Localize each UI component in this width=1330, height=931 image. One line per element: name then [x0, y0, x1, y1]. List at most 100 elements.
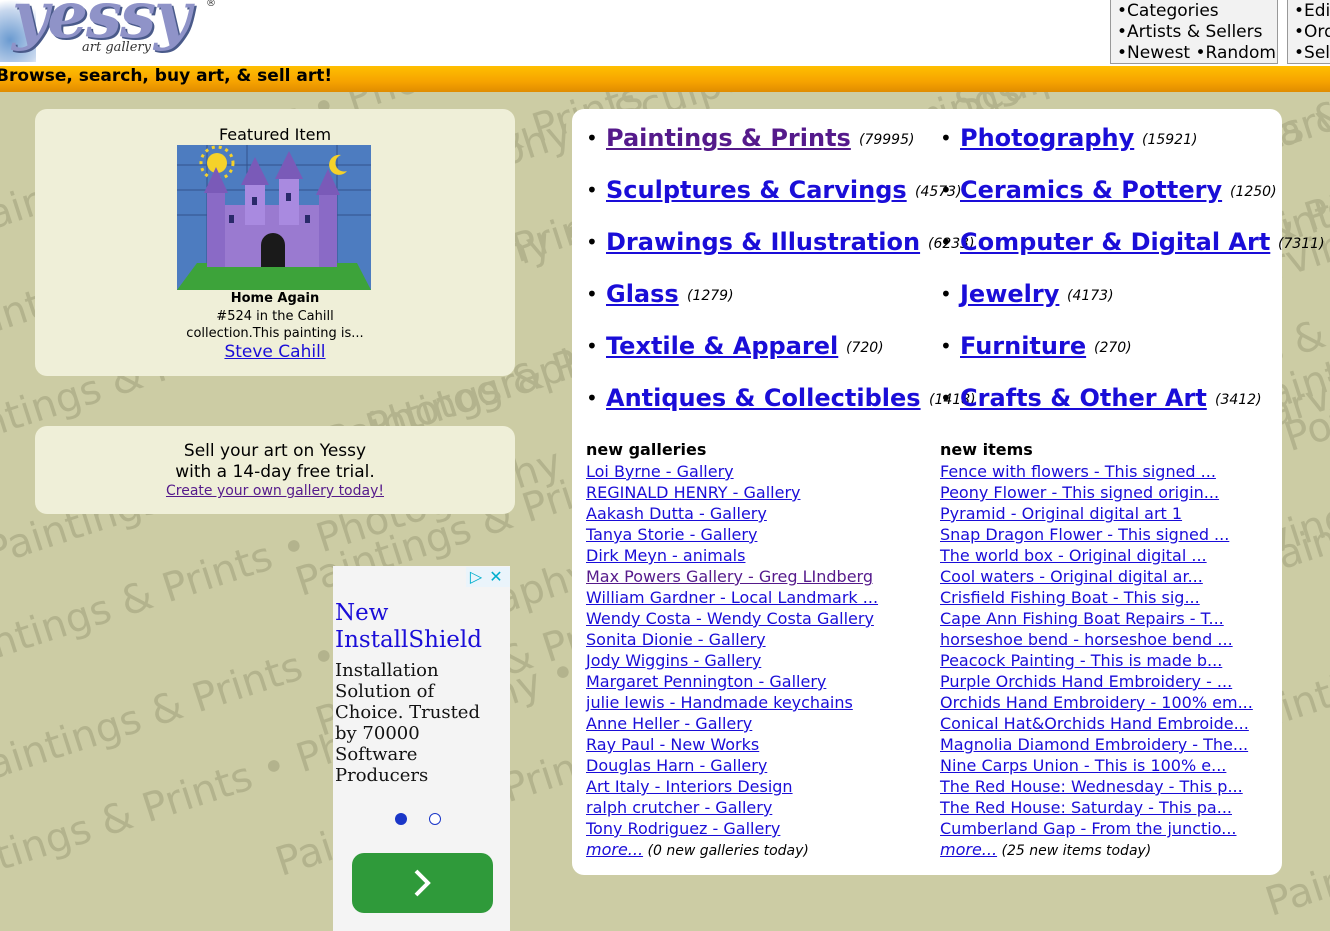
- category-link[interactable]: Photography: [960, 123, 1134, 153]
- featured-artist-link[interactable]: Steve Cahill: [35, 342, 515, 362]
- gallery-link[interactable]: julie lewis - Handmade keychains: [586, 692, 878, 713]
- category-link[interactable]: Jewelry: [960, 279, 1059, 309]
- categories-panel: • Paintings & Prints (79995) • Photography (1…: [572, 109, 1325, 875]
- item-link[interactable]: Purple Orchids Hand Embroidery - ...: [940, 671, 1253, 692]
- nav-edit[interactable]: •Edi: [1294, 1, 1330, 22]
- category-count: (1279): [687, 288, 734, 304]
- more-link[interactable]: more...: [586, 840, 643, 859]
- gallery-link[interactable]: REGINALD HENRY - Gallery: [586, 482, 878, 503]
- bullet: •: [940, 334, 952, 358]
- gallery-link[interactable]: Dirk Meyn - animals: [586, 545, 878, 566]
- carousel-dot-active[interactable]: [395, 813, 407, 825]
- gallery-link[interactable]: William Gardner - Local Landmark ...: [586, 587, 878, 608]
- item-link[interactable]: The world box - Original digital ...: [940, 545, 1253, 566]
- advertisement[interactable]: ▷ ✕ New InstallShield Installation Soluti…: [333, 566, 510, 931]
- item-link[interactable]: Cumberland Gap - From the junctio...: [940, 818, 1253, 839]
- gallery-link[interactable]: Tony Rodriguez - Gallery: [586, 818, 878, 839]
- category-count: (270): [1094, 340, 1132, 356]
- bullet: •: [940, 178, 952, 202]
- ad-headline[interactable]: New InstallShield: [335, 600, 482, 654]
- category-count: (79995): [859, 132, 915, 148]
- item-link[interactable]: The Red House: Saturday - This pa...: [940, 797, 1253, 818]
- gallery-link[interactable]: Anne Heller - Gallery: [586, 713, 878, 734]
- item-link[interactable]: Crisfield Fishing Boat - This sig...: [940, 587, 1253, 608]
- category-link[interactable]: Furniture: [960, 331, 1086, 361]
- gallery-link[interactable]: Tanya Storie - Gallery: [586, 524, 878, 545]
- gallery-link[interactable]: Sonita Dionie - Gallery: [586, 629, 878, 650]
- new-items-list: Fence with flowers - This signed ... Peon…: [940, 461, 1253, 839]
- category-link[interactable]: Computer & Digital Art: [960, 227, 1270, 257]
- gallery-link[interactable]: Loi Byrne - Gallery: [586, 461, 878, 482]
- ad-carousel-dots: [395, 810, 463, 829]
- tagline-bar: Browse, search, buy art, & sell art!: [0, 66, 1330, 92]
- featured-painting-image[interactable]: [177, 145, 371, 290]
- category-link[interactable]: Drawings & Illustration: [606, 227, 920, 257]
- ad-choices-controls: ▷ ✕: [466, 567, 510, 587]
- category-link[interactable]: Antiques & Collectibles: [606, 383, 921, 413]
- ad-close-icon[interactable]: ✕: [486, 567, 506, 587]
- registered-mark: ®: [206, 0, 216, 9]
- category-count: (4573): [915, 184, 962, 200]
- gallery-link[interactable]: ralph crutcher - Gallery: [586, 797, 878, 818]
- gallery-link[interactable]: Art Italy - Interiors Design: [586, 776, 878, 797]
- gallery-link[interactable]: Douglas Harn - Gallery: [586, 755, 878, 776]
- more-link[interactable]: more...: [940, 840, 997, 859]
- item-link[interactable]: horseshoe bend - horseshoe bend ...: [940, 629, 1253, 650]
- item-link[interactable]: Peony Flower - This signed origin...: [940, 482, 1253, 503]
- bullet: •: [586, 230, 598, 254]
- gallery-link[interactable]: Aakash Dutta - Gallery: [586, 503, 878, 524]
- item-link[interactable]: Pyramid - Original digital art 1: [940, 503, 1253, 524]
- item-link[interactable]: Snap Dragon Flower - This signed ...: [940, 524, 1253, 545]
- category-count: (3412): [1215, 392, 1262, 408]
- create-gallery-link[interactable]: Create your own gallery today!: [35, 483, 515, 499]
- item-link[interactable]: Nine Carps Union - This is 100% e...: [940, 755, 1253, 776]
- gallery-link[interactable]: Margaret Pennington - Gallery: [586, 671, 878, 692]
- bullet: •: [940, 126, 952, 150]
- item-link[interactable]: Magnolia Diamond Embroidery - The...: [940, 734, 1253, 755]
- gallery-link[interactable]: Wendy Costa - Wendy Costa Gallery: [586, 608, 878, 629]
- item-link[interactable]: Orchids Hand Embroidery - 100% em...: [940, 692, 1253, 713]
- ad-info-icon[interactable]: ▷: [466, 567, 486, 587]
- category-link[interactable]: Paintings & Prints: [606, 123, 851, 153]
- gallery-link[interactable]: Max Powers Gallery - Greg LIndberg: [586, 566, 878, 587]
- category-link[interactable]: Ceramics & Pottery: [960, 175, 1222, 205]
- category-link[interactable]: Crafts & Other Art: [960, 383, 1207, 413]
- category-count: (1250): [1230, 184, 1277, 200]
- item-link[interactable]: Peacock Painting - This is made b...: [940, 650, 1253, 671]
- ad-headline-line1: New: [335, 600, 389, 626]
- item-link[interactable]: Conical Hat&Orchids Hand Embroide...: [940, 713, 1253, 734]
- item-link[interactable]: Cape Ann Fishing Boat Repairs - T...: [940, 608, 1253, 629]
- gallery-link[interactable]: Ray Paul - New Works: [586, 734, 878, 755]
- category-link[interactable]: Sculptures & Carvings: [606, 175, 907, 205]
- bullet: •: [940, 386, 952, 410]
- category-link[interactable]: Glass: [606, 279, 679, 309]
- category-count: (15921): [1142, 132, 1198, 148]
- nav-newest-random[interactable]: •Newest •Random: [1117, 43, 1276, 64]
- featured-desc-line2: collection.This painting is...: [186, 326, 364, 341]
- category-count: (4173): [1067, 288, 1114, 304]
- item-link[interactable]: Cool waters - Original digital ar...: [940, 566, 1253, 587]
- ad-next-button[interactable]: [352, 853, 493, 913]
- tagline-text: Browse, search, buy art, & sell art!: [0, 66, 333, 86]
- gallery-link[interactable]: Jody Wiggins - Gallery: [586, 650, 878, 671]
- featured-title: Featured Item: [218, 125, 332, 144]
- bullet: •: [940, 230, 952, 254]
- yessy-logo[interactable]: yessy art gallery ®: [0, 0, 220, 62]
- category-count: (7311): [1278, 236, 1325, 252]
- nav-box-account: •Edi •Ord •Sell: [1287, 0, 1330, 64]
- new-galleries-heading: new galleries: [586, 440, 707, 459]
- carousel-dot-inactive[interactable]: [429, 813, 441, 825]
- nav-orders[interactable]: •Ord: [1294, 22, 1330, 43]
- category-link[interactable]: Textile & Apparel: [606, 331, 838, 361]
- new-today-note: (25 new items today): [997, 843, 1152, 859]
- site-header: yessy art gallery ® •Categories •Artists…: [0, 0, 1330, 66]
- nav-sell[interactable]: •Sell: [1294, 43, 1330, 64]
- nav-artists-sellers[interactable]: •Artists & Sellers: [1117, 22, 1271, 43]
- category-count: (720): [846, 340, 884, 356]
- featured-item-name[interactable]: Home Again: [35, 291, 515, 306]
- new-galleries-list: Loi Byrne - Gallery REGINALD HENRY - Gall…: [586, 461, 878, 839]
- item-link[interactable]: Fence with flowers - This signed ...: [940, 461, 1253, 482]
- bullet: •: [586, 282, 598, 306]
- item-link[interactable]: The Red House: Wednesday - This p...: [940, 776, 1253, 797]
- nav-categories[interactable]: •Categories: [1117, 1, 1271, 22]
